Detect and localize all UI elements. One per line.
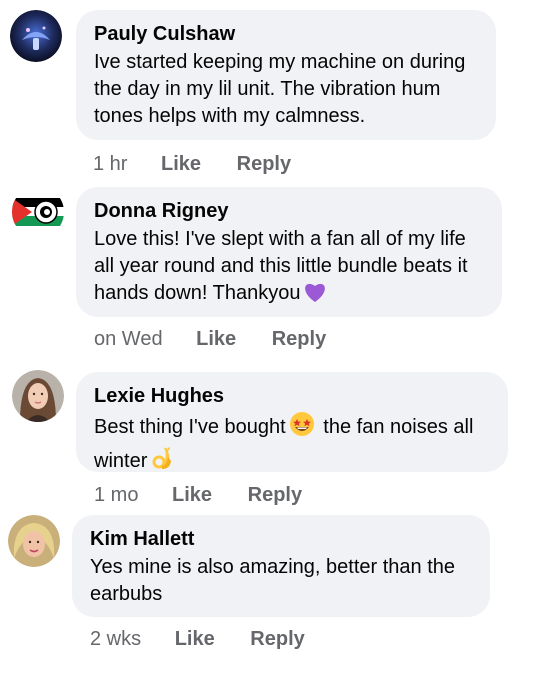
comment-bubble: Kim Hallett Yes mine is also amazing, be… <box>72 515 490 617</box>
comment-author[interactable]: Donna Rigney <box>94 199 484 223</box>
avatar[interactable] <box>12 370 64 422</box>
avatar[interactable] <box>10 10 62 62</box>
comment-timestamp[interactable]: 1 hr <box>93 152 127 176</box>
like-button[interactable]: Like <box>161 152 201 176</box>
reply-button[interactable]: Reply <box>272 327 326 351</box>
comment-actions: 1 hr Like Reply <box>93 152 291 176</box>
comment-timestamp[interactable]: 1 mo <box>94 483 138 507</box>
comment-author[interactable]: Kim Hallett <box>90 527 472 551</box>
comment-text: Ive started keeping my machine on during… <box>94 51 466 127</box>
comment-text: Best thing I've bought the fan noises al… <box>94 411 490 479</box>
reply-button[interactable]: Reply <box>250 627 304 651</box>
reply-button[interactable]: Reply <box>237 152 291 176</box>
like-button[interactable]: Like <box>196 327 236 351</box>
comment-text-part: the fan noises all <box>323 416 474 438</box>
comment-timestamp[interactable]: 2 wks <box>90 627 141 651</box>
comment-bubble: Lexie Hughes Best thing I've bought the … <box>76 372 508 472</box>
comment-actions: 1 mo Like Reply <box>94 483 302 507</box>
like-button[interactable]: Like <box>175 627 215 651</box>
comment-bubble: Donna Rigney Love this! I've slept with … <box>76 187 502 317</box>
comment-text-part: Best thing I've bought <box>94 416 286 438</box>
comment-text-line: all year round and this little bundle be… <box>94 255 468 277</box>
comment-timestamp[interactable]: on Wed <box>94 327 163 351</box>
comment-text: Love this! I've slept with a fan all of … <box>94 226 484 311</box>
like-button[interactable]: Like <box>172 483 212 507</box>
star-struck-emoji-icon <box>289 411 315 445</box>
comment-text-line: hands down! Thankyou <box>94 280 484 311</box>
comment-text-line: Love this! I've slept with a fan all of … <box>94 228 466 250</box>
comment-actions: on Wed Like Reply <box>94 327 326 351</box>
comment-bubble: Pauly Culshaw Ive started keeping my mac… <box>76 10 496 140</box>
purple-heart-icon <box>303 281 327 311</box>
ok-hand-emoji-icon <box>150 445 174 479</box>
comment-text-part: winter <box>94 450 148 472</box>
reply-button[interactable]: Reply <box>248 483 302 507</box>
comment-author[interactable]: Lexie Hughes <box>94 384 490 408</box>
avatar[interactable] <box>8 515 60 567</box>
comment-author[interactable]: Pauly Culshaw <box>94 22 478 46</box>
comment-actions: 2 wks Like Reply <box>90 627 305 651</box>
comment-text-line-text: hands down! Thankyou <box>94 282 301 304</box>
avatar[interactable] <box>12 186 64 238</box>
comment-text: Yes mine is also amazing, better than th… <box>90 556 456 605</box>
